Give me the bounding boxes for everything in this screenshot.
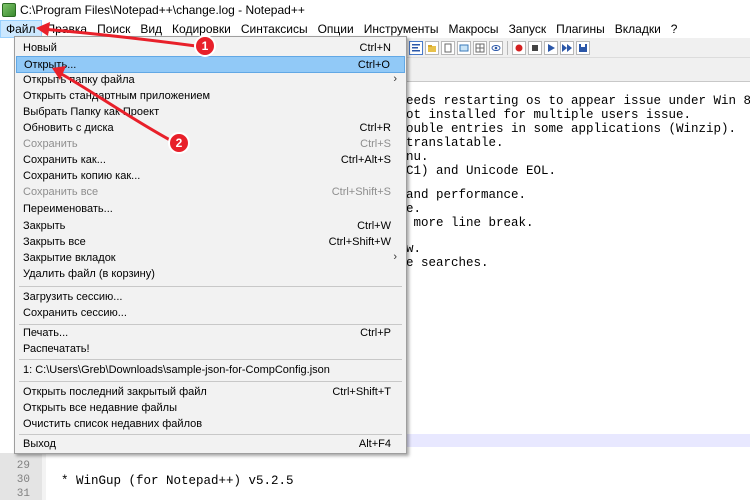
file-menu-dropdown: Новый Ctrl+N Открыть... Ctrl+O Открыть п… — [14, 36, 407, 454]
code-fragment: ot installed for multiple users issue. — [406, 108, 692, 122]
menu-item-print[interactable]: Печать... Ctrl+P — [16, 325, 405, 342]
code-fragment: more line break. — [406, 216, 534, 230]
menu-item-rename[interactable]: Переименовать... — [16, 201, 405, 218]
line-number: 29 — [16, 460, 30, 472]
code-line: * WinGup (for Notepad++) v5.2.5 — [46, 474, 294, 488]
notepadpp-icon — [2, 3, 16, 17]
play-macro-icon[interactable] — [544, 40, 558, 55]
menu-item-close-multiple-tabs[interactable]: Закрытие вкладок › — [16, 250, 405, 267]
menu-separator — [19, 359, 402, 360]
eye-icon[interactable] — [489, 40, 503, 55]
save-macro-icon[interactable] — [576, 40, 590, 55]
menu-item-open-folder-as-workspace[interactable]: Выбрать Папку как Проект — [16, 104, 405, 121]
menu-macro[interactable]: Макросы — [444, 20, 504, 38]
menu-item-new[interactable]: Новый Ctrl+N — [16, 40, 405, 57]
menu-item-empty-recent-list[interactable]: Очистить список недавних файлов — [16, 416, 405, 433]
code-fragment: translatable. — [406, 136, 504, 150]
menu-window[interactable]: Вкладки — [610, 20, 666, 38]
menu-help[interactable]: ? — [666, 20, 683, 38]
menu-item-save-all[interactable]: Сохранить все Ctrl+Shift+S — [16, 184, 405, 201]
menu-item-open-default-viewer[interactable]: Открыть стандартным приложением — [16, 88, 405, 105]
menu-item-exit[interactable]: Выход Alt+F4 — [16, 436, 405, 453]
menu-item-save-session[interactable]: Сохранить сессию... — [16, 305, 405, 322]
menu-item-save-as[interactable]: Сохранить как... Ctrl+Alt+S — [16, 152, 405, 169]
line-number: 31 — [16, 488, 30, 500]
toolbar-separator — [507, 40, 508, 55]
submenu-arrow-icon: › — [393, 251, 397, 263]
stop-macro-icon[interactable] — [528, 40, 542, 55]
menu-separator — [19, 381, 402, 382]
current-line-highlight — [406, 434, 750, 447]
align-left-icon[interactable] — [409, 40, 423, 55]
toolbar — [406, 38, 750, 58]
line-number-gutter: 29 30 31 — [0, 453, 42, 500]
menu-item-restore-recent-closed[interactable]: Открыть последний закрытый файл Ctrl+Shi… — [16, 384, 405, 401]
code-fragment: e searches. — [406, 256, 489, 270]
menu-item-close-all[interactable]: Закрыть все Ctrl+Shift+W — [16, 234, 405, 251]
code-fragment: nu. — [406, 150, 429, 164]
menu-item-close[interactable]: Закрыть Ctrl+W — [16, 218, 405, 235]
run-macro-multiple-icon[interactable] — [560, 40, 574, 55]
code-fragment: ouble entries in some applications (Winz… — [406, 122, 737, 136]
tab-bar — [406, 58, 750, 82]
title-bar: C:\Program Files\Notepad++\change.log - … — [0, 0, 750, 20]
menu-separator — [19, 434, 402, 435]
menu-run[interactable]: Запуск — [504, 20, 552, 38]
code-fragment: eeds restarting os to appear issue under… — [406, 94, 750, 108]
code-fragment: C1) and Unicode EOL. — [406, 164, 557, 178]
record-macro-icon[interactable] — [512, 40, 526, 55]
menu-item-print-now[interactable]: Распечатать! — [16, 341, 405, 358]
image-icon[interactable] — [457, 40, 471, 55]
code-fragment: w. — [406, 242, 422, 256]
grid-icon[interactable] — [473, 40, 487, 55]
menu-plugins[interactable]: Плагины — [551, 20, 610, 38]
menu-item-save-copy-as[interactable]: Сохранить копию как... — [16, 168, 405, 185]
menu-item-save[interactable]: Сохранить Ctrl+S — [16, 136, 405, 153]
menu-item-open-containing-folder[interactable]: Открыть папку файла › — [16, 72, 405, 89]
line-number: 30 — [16, 474, 30, 486]
document-icon[interactable] — [441, 40, 455, 55]
code-fragment: e. — [406, 202, 422, 216]
menu-item-reload[interactable]: Обновить с диска Ctrl+R — [16, 120, 405, 137]
menu-item-open[interactable]: Открыть... Ctrl+O — [16, 56, 405, 73]
window-title: C:\Program Files\Notepad++\change.log - … — [20, 3, 305, 17]
submenu-arrow-icon: › — [393, 73, 397, 85]
menu-item-delete-file[interactable]: Удалить файл (в корзину) — [16, 266, 405, 283]
code-fragment: and performance. — [406, 188, 527, 202]
folder-icon[interactable] — [425, 40, 439, 55]
menu-separator — [19, 286, 402, 287]
menu-item-open-all-recent[interactable]: Открыть все недавние файлы — [16, 400, 405, 417]
menu-item-load-session[interactable]: Загрузить сессию... — [16, 289, 405, 306]
menu-item-recent-file-1[interactable]: 1: C:\Users\Greb\Downloads\sample-json-f… — [16, 362, 405, 379]
